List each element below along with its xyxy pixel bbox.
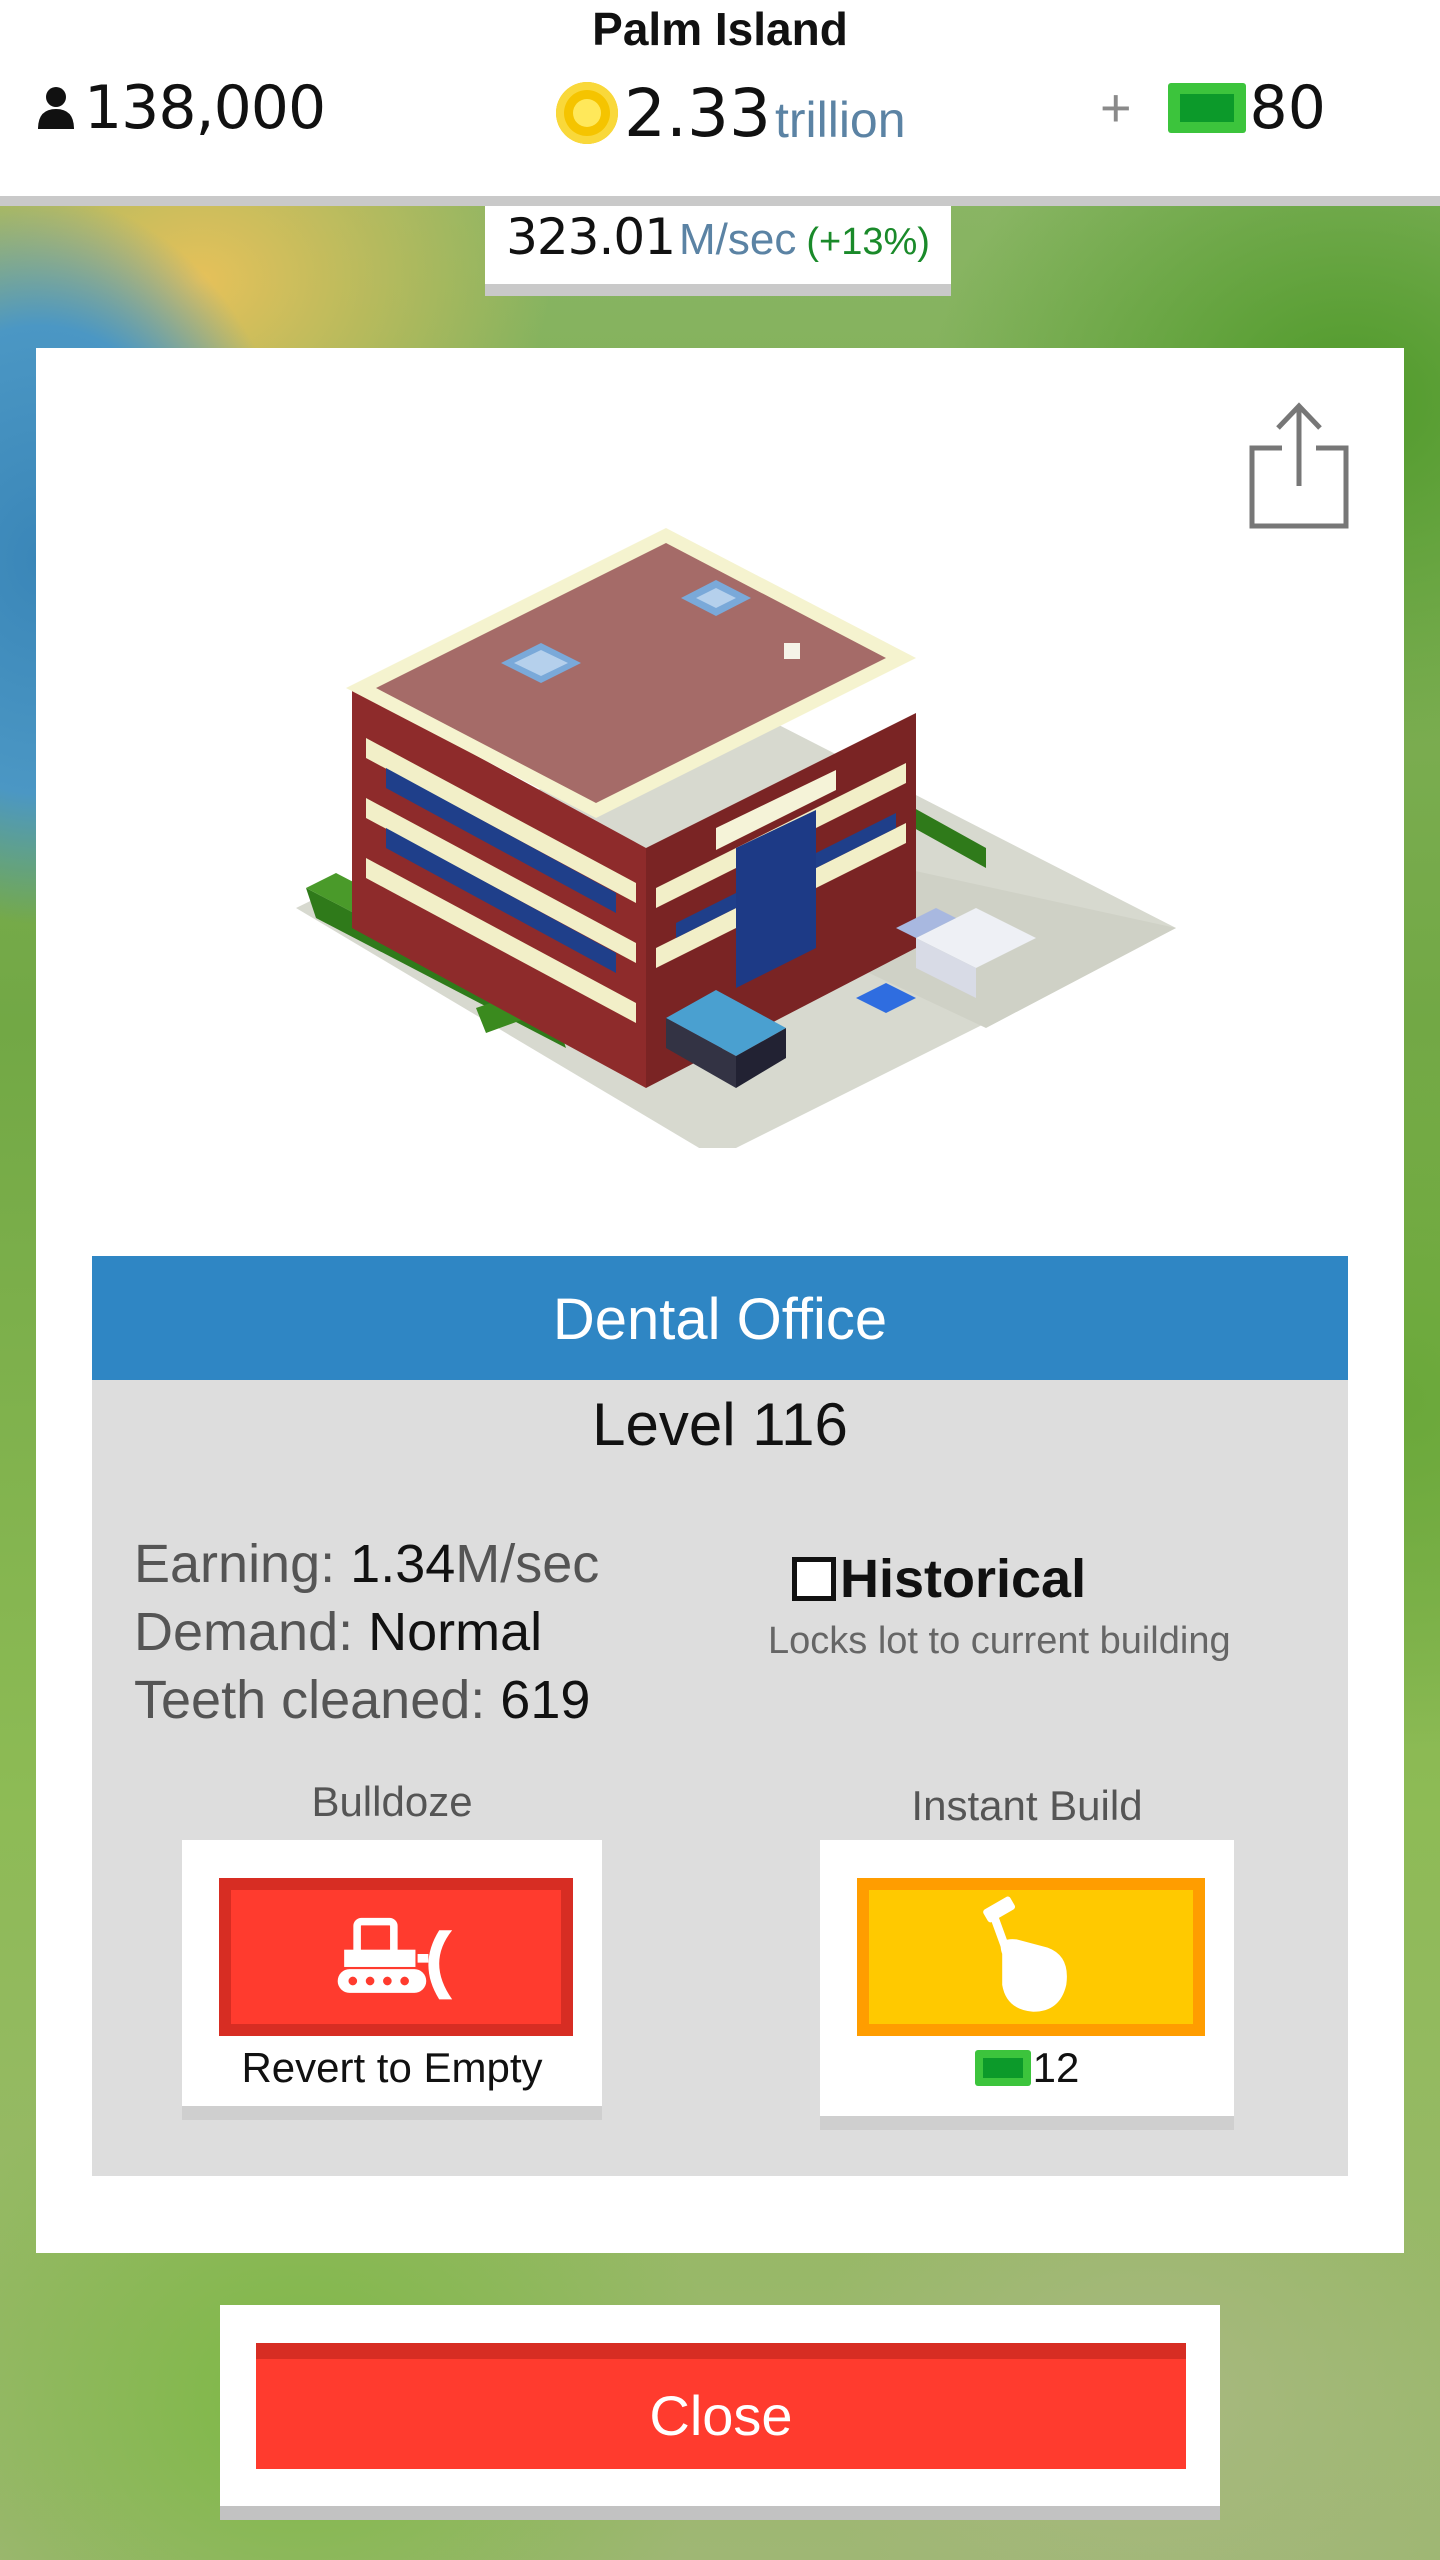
cash-amount: 80 bbox=[1249, 73, 1326, 143]
earning-row: Earning: 1.34M/sec bbox=[134, 1530, 599, 1598]
teeth-cleaned-value: 619 bbox=[500, 1670, 591, 1730]
hammer-hand-icon bbox=[983, 1896, 1067, 2012]
building-illustration bbox=[296, 528, 1176, 1148]
bulldozer-icon bbox=[337, 1917, 453, 2000]
city-name: Palm Island bbox=[592, 3, 848, 55]
demand-value: Normal bbox=[368, 1602, 543, 1662]
close-button[interactable]: Close bbox=[256, 2343, 1186, 2469]
population-value: 138,000 bbox=[84, 73, 326, 143]
instant-build-button[interactable] bbox=[857, 1878, 1205, 2036]
demand-label: Demand: bbox=[134, 1602, 354, 1662]
cash-icon bbox=[974, 2050, 1031, 2086]
add-cash-button[interactable]: + bbox=[1100, 77, 1132, 139]
earning-value: 1.34 bbox=[350, 1534, 456, 1594]
teeth-cleaned-row: Teeth cleaned: 619 bbox=[134, 1666, 599, 1734]
historical-description: Locks lot to current building bbox=[768, 1620, 1231, 1662]
population-display: 138,000 bbox=[36, 68, 326, 148]
income-change: (+13%) bbox=[806, 221, 930, 263]
instant-build-title: Instant Build bbox=[911, 1782, 1143, 1829]
bulldoze-button[interactable] bbox=[219, 1878, 573, 2036]
income-amount: 323.01 bbox=[506, 208, 676, 266]
instant-build-card: 12 bbox=[820, 1840, 1234, 2130]
top-bar: Palm Island 138,000 2.33 trillion + 80 bbox=[0, 0, 1440, 206]
close-label: Close bbox=[649, 2384, 793, 2447]
cash-display[interactable]: + 80 bbox=[1100, 68, 1326, 148]
historical-toggle[interactable]: Historical Locks lot to current building bbox=[768, 1548, 1272, 1663]
earning-unit: M/sec bbox=[455, 1534, 600, 1594]
coin-icon bbox=[556, 82, 618, 144]
instant-build-cost: 12 bbox=[820, 2044, 1234, 2092]
bulldoze-card: Revert to Empty bbox=[182, 1840, 602, 2120]
income-rate-tab: 323.01 M/sec (+13%) bbox=[485, 206, 951, 296]
income-unit: M/sec bbox=[679, 215, 797, 264]
instant-build-cost-value: 12 bbox=[1032, 2044, 1080, 2091]
demand-row: Demand: Normal bbox=[134, 1598, 599, 1666]
bulldoze-title: Bulldoze bbox=[311, 1778, 473, 1825]
coins-unit: trillion bbox=[774, 92, 906, 148]
historical-checkbox[interactable] bbox=[792, 1557, 836, 1601]
historical-label: Historical bbox=[840, 1549, 1087, 1609]
building-details: Level 116 Earning: 1.34M/sec Demand: Nor… bbox=[92, 1380, 1348, 2176]
building-name: Dental Office bbox=[552, 1287, 888, 1352]
close-button-frame: Close bbox=[220, 2305, 1220, 2520]
bulldoze-caption: Revert to Empty bbox=[241, 2044, 543, 2091]
building-level: Level 116 bbox=[592, 1391, 848, 1458]
earning-label: Earning: bbox=[134, 1534, 336, 1594]
building-stats: Earning: 1.34M/sec Demand: Normal Teeth … bbox=[134, 1530, 599, 1734]
building-name-bar: Dental Office bbox=[92, 1256, 1348, 1380]
share-icon[interactable] bbox=[1246, 398, 1356, 538]
coins-amount: 2.33 bbox=[624, 74, 771, 152]
building-info-panel: Dental Office Level 116 Earning: 1.34M/s… bbox=[36, 348, 1404, 2253]
teeth-cleaned-label: Teeth cleaned: bbox=[134, 1670, 486, 1730]
cash-icon bbox=[1167, 83, 1246, 133]
coins-display: 2.33 trillion bbox=[556, 68, 906, 158]
person-icon bbox=[38, 87, 74, 129]
